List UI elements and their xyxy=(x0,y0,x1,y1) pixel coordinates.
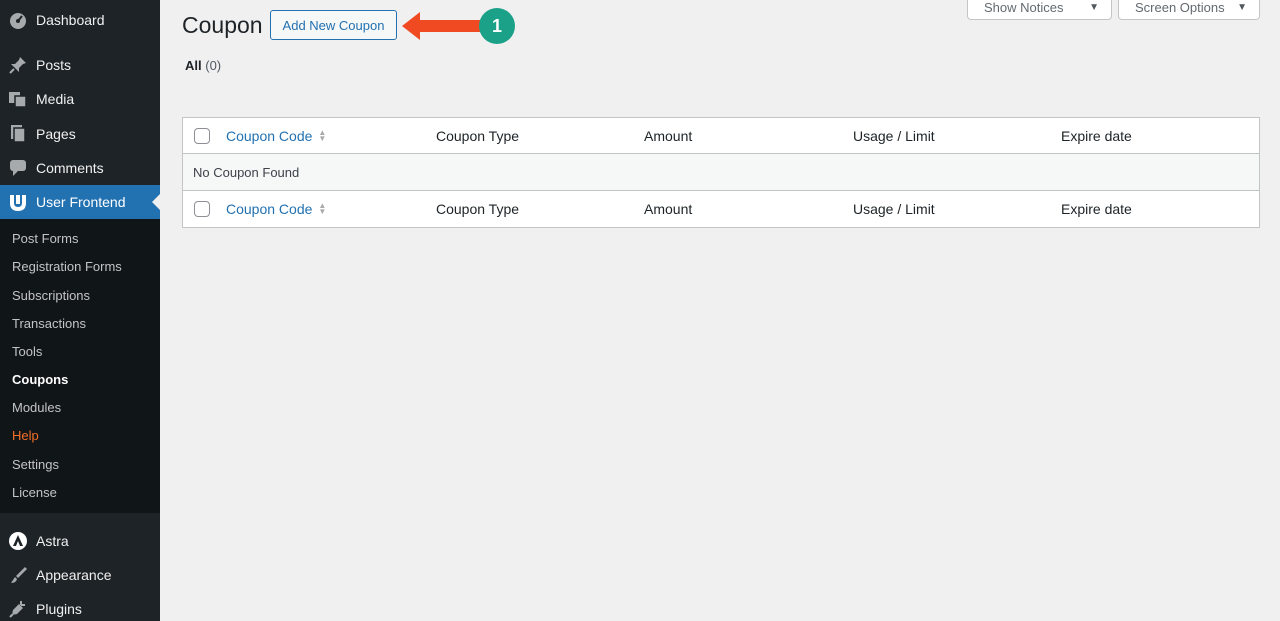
column-expire-date-footer: Expire date xyxy=(1061,201,1132,217)
coupons-table: Coupon Code ▲ ▼ Coupon Type Amount Usage … xyxy=(182,117,1260,228)
sidebar-item-label: Plugins xyxy=(36,601,82,617)
sidebar-item-label: Posts xyxy=(36,57,72,73)
sidebar-item-label: Media xyxy=(36,91,75,107)
user-frontend-submenu: Post Forms Registration Forms Subscripti… xyxy=(0,219,160,513)
sidebar-item-appearance[interactable]: Appearance xyxy=(0,558,160,592)
column-coupon-type-footer: Coupon Type xyxy=(436,201,520,217)
submenu-item-transactions[interactable]: Transactions xyxy=(12,314,86,334)
sidebar-item-astra[interactable]: Astra xyxy=(0,524,160,558)
show-notices-label: Show Notices xyxy=(984,0,1064,15)
page-title: Coupon xyxy=(182,12,263,38)
sidebar-item-label: User Frontend xyxy=(36,194,126,210)
admin-sidebar: Dashboard Posts Media Pages Comments Use… xyxy=(0,0,160,621)
sidebar-item-posts[interactable]: Posts xyxy=(0,48,160,82)
user-frontend-icon xyxy=(0,185,36,219)
sidebar-item-dashboard[interactable]: Dashboard xyxy=(0,3,160,37)
sort-icon: ▲ ▼ xyxy=(318,127,327,143)
screen-options-button[interactable]: Screen Options ▼ xyxy=(1118,0,1260,20)
sort-icon: ▲ ▼ xyxy=(318,201,327,216)
submenu-item-settings[interactable]: Settings xyxy=(12,455,59,475)
column-label: Coupon Code xyxy=(226,127,313,144)
pin-icon xyxy=(0,48,36,82)
column-amount: Amount xyxy=(644,127,693,144)
column-expire-date: Expire date xyxy=(1061,127,1132,144)
table-header-row: Coupon Code ▲ ▼ Coupon Type Amount Usage … xyxy=(183,118,1259,154)
chevron-down-icon: ▼ xyxy=(1237,2,1247,13)
submenu-item-license[interactable]: License xyxy=(12,483,57,503)
column-coupon-code-footer[interactable]: Coupon Code ▲ ▼ xyxy=(226,201,326,217)
filter-all-label: All xyxy=(185,58,202,73)
astra-icon xyxy=(0,524,36,558)
annotation-number: 1 xyxy=(491,15,502,36)
sidebar-item-label: Astra xyxy=(36,533,69,549)
select-all-checkbox-footer[interactable] xyxy=(194,201,210,217)
brush-icon xyxy=(0,558,36,592)
sidebar-item-user-frontend[interactable]: User Frontend xyxy=(0,185,160,219)
pages-icon xyxy=(0,117,36,151)
column-usage-limit: Usage / Limit xyxy=(853,127,935,144)
sidebar-item-media[interactable]: Media xyxy=(0,82,160,116)
sidebar-item-label: Comments xyxy=(36,160,104,176)
media-icon xyxy=(0,82,36,116)
column-amount-footer: Amount xyxy=(644,201,693,217)
chevron-down-icon: ▼ xyxy=(1089,2,1099,13)
add-new-coupon-button[interactable]: Add New Coupon xyxy=(270,10,397,40)
submenu-item-help[interactable]: Help xyxy=(12,426,39,446)
sidebar-item-label: Dashboard xyxy=(36,12,105,28)
table-footer-row: Coupon Code ▲ ▼ Coupon Type Amount Usage … xyxy=(183,190,1259,227)
sidebar-item-pages[interactable]: Pages xyxy=(0,117,160,151)
sidebar-item-comments[interactable]: Comments xyxy=(0,151,160,185)
submenu-item-modules[interactable]: Modules xyxy=(12,398,61,418)
dashboard-icon xyxy=(0,3,36,37)
annotation-badge: 1 xyxy=(479,8,515,44)
sidebar-item-label: Appearance xyxy=(36,567,112,583)
show-notices-button[interactable]: Show Notices ▼ xyxy=(967,0,1112,20)
screen-options-label: Screen Options xyxy=(1135,0,1225,15)
column-label: Coupon Code xyxy=(226,201,313,217)
empty-message: No Coupon Found xyxy=(193,164,300,180)
submenu-item-post-forms[interactable]: Post Forms xyxy=(12,229,78,249)
submenu-item-coupons[interactable]: Coupons xyxy=(12,370,68,390)
sidebar-item-label: Pages xyxy=(36,126,76,142)
column-coupon-code[interactable]: Coupon Code ▲ ▼ xyxy=(226,128,326,144)
plug-icon xyxy=(0,592,36,621)
submenu-item-tools[interactable]: Tools xyxy=(12,342,42,362)
column-coupon-type: Coupon Type xyxy=(436,127,520,144)
submenu-item-subscriptions[interactable]: Subscriptions xyxy=(12,286,90,306)
select-all-checkbox[interactable] xyxy=(194,127,210,144)
filter-all-link[interactable]: All (0) xyxy=(185,58,221,73)
table-empty-row: No Coupon Found xyxy=(183,154,1259,190)
sidebar-item-plugins[interactable]: Plugins xyxy=(0,592,160,621)
comment-icon xyxy=(0,151,36,185)
column-usage-limit-footer: Usage / Limit xyxy=(853,201,935,217)
submenu-item-registration-forms[interactable]: Registration Forms xyxy=(12,257,122,277)
filter-all-count: (0) xyxy=(205,58,222,73)
